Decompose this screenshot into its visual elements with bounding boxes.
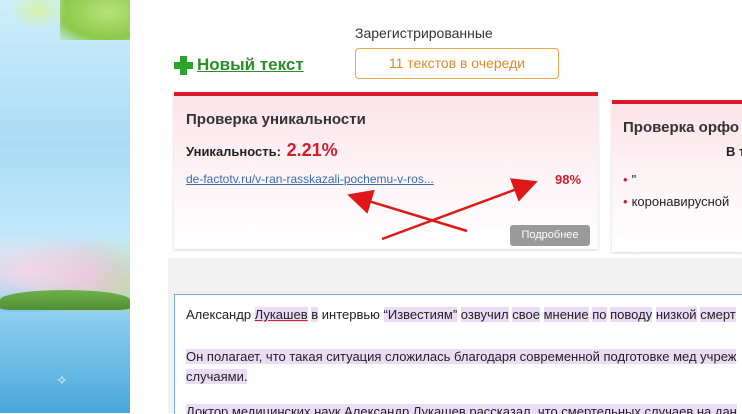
queue-button[interactable]: 11 текстов в очереди [355,48,559,79]
new-text-button[interactable]: Новый текст [174,55,304,75]
spelling-card: Проверка орфо В т •" •коронавирусной [612,100,742,252]
bullet-icon: • [623,172,628,187]
editor-paragraph: Александр Лукашев в интервью “Известиям”… [186,307,736,322]
editor-paragraph: Доктор медицинских наук Александр Лукаше… [186,402,737,414]
list-item[interactable]: • коронавирусной [623,194,729,209]
uniqueness-label: Уникальность: [186,144,281,159]
bullet-icon: • [623,194,628,209]
source-percent: 98% [555,172,582,187]
bird-icon: ✧ [56,372,68,388]
island-decoration [0,290,130,310]
details-button[interactable]: Подробнее [510,225,590,246]
list-item[interactable]: • " [623,172,729,187]
leaves-decoration [60,0,130,40]
spelling-subtitle: В т [726,144,742,159]
water-decoration [0,312,130,413]
uniqueness-row: Уникальность: 2.21% [186,140,338,161]
leaves-decoration [8,0,68,30]
decorative-background: ✧ [0,0,130,413]
uniqueness-title: Проверка уникальности [186,111,366,128]
text-editor[interactable]: Александр Лукашев в интервью “Известиям”… [174,294,742,414]
spelling-title: Проверка орфо [623,119,740,136]
uniqueness-card: Проверка уникальности Уникальность: 2.21… [174,92,598,249]
spelling-list: • " • коронавирусной [623,172,729,216]
new-text-link[interactable]: Новый текст [197,55,304,75]
source-link[interactable]: de-factotv.ru/v-ran-rasskazali-pochemu-v… [186,172,434,186]
registered-label: Зарегистрированные [355,25,493,41]
editor-paragraph: Он полагает, что такая ситуация сложилас… [186,349,737,384]
plus-icon [174,55,193,75]
uniqueness-value: 2.21% [286,140,338,160]
